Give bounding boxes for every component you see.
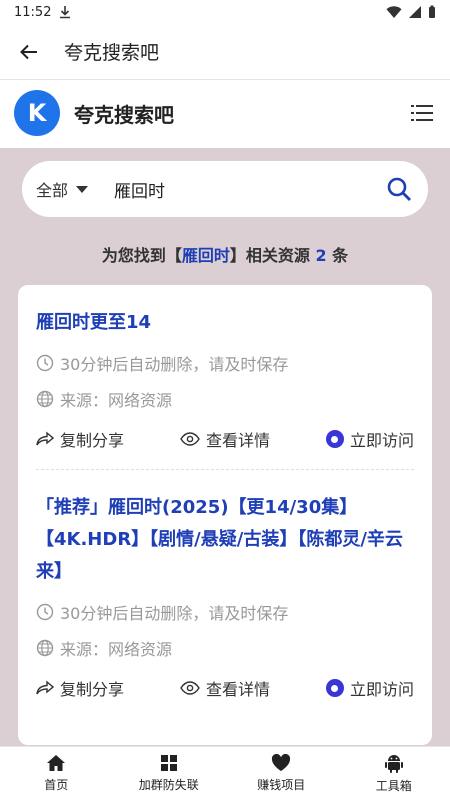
share-icon bbox=[36, 680, 54, 695]
item-actions: 复制分享 查看详情 立即访问 bbox=[36, 676, 414, 700]
search-scope-dropdown[interactable]: 全部 bbox=[36, 177, 89, 201]
nav-earn-money-label: 赚钱项目 bbox=[257, 778, 306, 792]
site-logo[interactable]: K bbox=[14, 90, 60, 136]
menu-button[interactable] bbox=[408, 99, 436, 127]
view-details-label: 查看详情 bbox=[205, 680, 270, 699]
signal-icon bbox=[409, 6, 421, 18]
copy-share-button[interactable]: 复制分享 bbox=[36, 676, 124, 700]
search-icon bbox=[387, 177, 411, 201]
nav-join-group[interactable]: 加群防失联 bbox=[113, 747, 226, 800]
status-bar: 11:52 bbox=[0, 0, 450, 24]
result-item: 「推荐」雁回时(2025)【更14/30集】【4K.HDR】【剧情/悬疑/古装】… bbox=[36, 470, 414, 700]
item-actions: 复制分享 查看详情 立即访问 bbox=[36, 427, 414, 451]
view-details-button[interactable]: 查看详情 bbox=[180, 676, 270, 700]
nav-toolbox[interactable]: 工具箱 bbox=[338, 747, 450, 800]
result-title[interactable]: 雁回时更至14 bbox=[36, 307, 414, 339]
source-text: 来源：网络资源 bbox=[60, 391, 173, 410]
search-bar: 全部 雁回时 bbox=[22, 161, 428, 217]
visit-now-button[interactable]: 立即访问 bbox=[325, 676, 414, 700]
visit-icon bbox=[325, 679, 344, 697]
app-bar-title: 夸克搜索吧 bbox=[64, 42, 160, 64]
share-icon bbox=[36, 431, 54, 446]
visit-now-label: 立即访问 bbox=[349, 680, 414, 699]
grid-icon bbox=[160, 755, 177, 771]
heart-icon bbox=[272, 754, 291, 771]
result-prefix: 为您找到【 bbox=[101, 246, 182, 265]
view-details-button[interactable]: 查看详情 bbox=[180, 427, 270, 451]
eye-icon bbox=[180, 432, 200, 446]
result-item: 雁回时更至14 30分钟后自动删除，请及时保存 来源：网络资源 复制分享 查看详… bbox=[36, 285, 414, 470]
android-icon bbox=[384, 755, 403, 773]
nav-earn-money[interactable]: 赚钱项目 bbox=[225, 747, 338, 800]
result-title[interactable]: 「推荐」雁回时(2025)【更14/30集】【4K.HDR】【剧情/悬疑/古装】… bbox=[36, 492, 414, 588]
clock-icon bbox=[36, 603, 54, 621]
wifi-icon bbox=[386, 6, 402, 18]
clock-icon bbox=[36, 354, 54, 372]
result-suffix: 条 bbox=[326, 246, 349, 265]
view-details-label: 查看详情 bbox=[205, 431, 270, 450]
results-card: 雁回时更至14 30分钟后自动删除，请及时保存 来源：网络资源 复制分享 查看详… bbox=[18, 285, 432, 745]
result-count: 2 bbox=[315, 246, 327, 265]
search-input[interactable]: 雁回时 bbox=[114, 177, 384, 202]
nav-toolbox-label: 工具箱 bbox=[375, 779, 412, 793]
expire-text: 30分钟后自动删除，请及时保存 bbox=[60, 355, 289, 374]
arrow-left-icon bbox=[20, 44, 37, 59]
result-keyword: 雁回时 bbox=[181, 246, 230, 265]
source-text: 来源：网络资源 bbox=[60, 640, 173, 659]
source-note: 来源：网络资源 bbox=[36, 387, 414, 411]
search-scope-label: 全部 bbox=[36, 181, 69, 200]
search-button[interactable] bbox=[384, 174, 414, 204]
download-icon bbox=[60, 6, 71, 19]
status-time: 11:52 bbox=[14, 4, 52, 20]
expire-text: 30分钟后自动删除，请及时保存 bbox=[60, 604, 289, 623]
copy-share-label: 复制分享 bbox=[60, 431, 125, 450]
result-summary: 为您找到【雁回时】相关资源 2 条 bbox=[0, 242, 450, 266]
caret-down-icon bbox=[76, 185, 89, 193]
visit-icon bbox=[325, 430, 344, 448]
nav-home-label: 首页 bbox=[44, 778, 69, 792]
list-menu-icon bbox=[411, 105, 433, 121]
copy-share-label: 复制分享 bbox=[60, 680, 125, 699]
copy-share-button[interactable]: 复制分享 bbox=[36, 427, 124, 451]
back-button[interactable] bbox=[12, 35, 46, 69]
eye-icon bbox=[180, 681, 200, 695]
bottom-nav: 首页 加群防失联 赚钱项目 工具箱 bbox=[0, 746, 450, 800]
main-content: 全部 雁回时 为您找到【雁回时】相关资源 2 条 雁回时更至14 30分钟后自动… bbox=[0, 148, 450, 746]
site-name: 夸克搜索吧 bbox=[74, 102, 174, 127]
visit-now-button[interactable]: 立即访问 bbox=[325, 427, 414, 451]
expire-note: 30分钟后自动删除，请及时保存 bbox=[36, 600, 414, 624]
result-middle: 】相关资源 bbox=[229, 246, 316, 265]
nav-join-group-label: 加群防失联 bbox=[138, 778, 199, 792]
source-note: 来源：网络资源 bbox=[36, 636, 414, 660]
home-icon bbox=[47, 755, 66, 771]
expire-note: 30分钟后自动删除，请及时保存 bbox=[36, 351, 414, 375]
globe-icon bbox=[36, 390, 54, 408]
app-bar: 夸克搜索吧 bbox=[0, 24, 450, 80]
battery-icon bbox=[429, 5, 435, 18]
nav-home[interactable]: 首页 bbox=[0, 747, 113, 800]
globe-icon bbox=[36, 639, 54, 657]
visit-now-label: 立即访问 bbox=[349, 431, 414, 450]
site-header: K 夸克搜索吧 bbox=[0, 80, 450, 146]
